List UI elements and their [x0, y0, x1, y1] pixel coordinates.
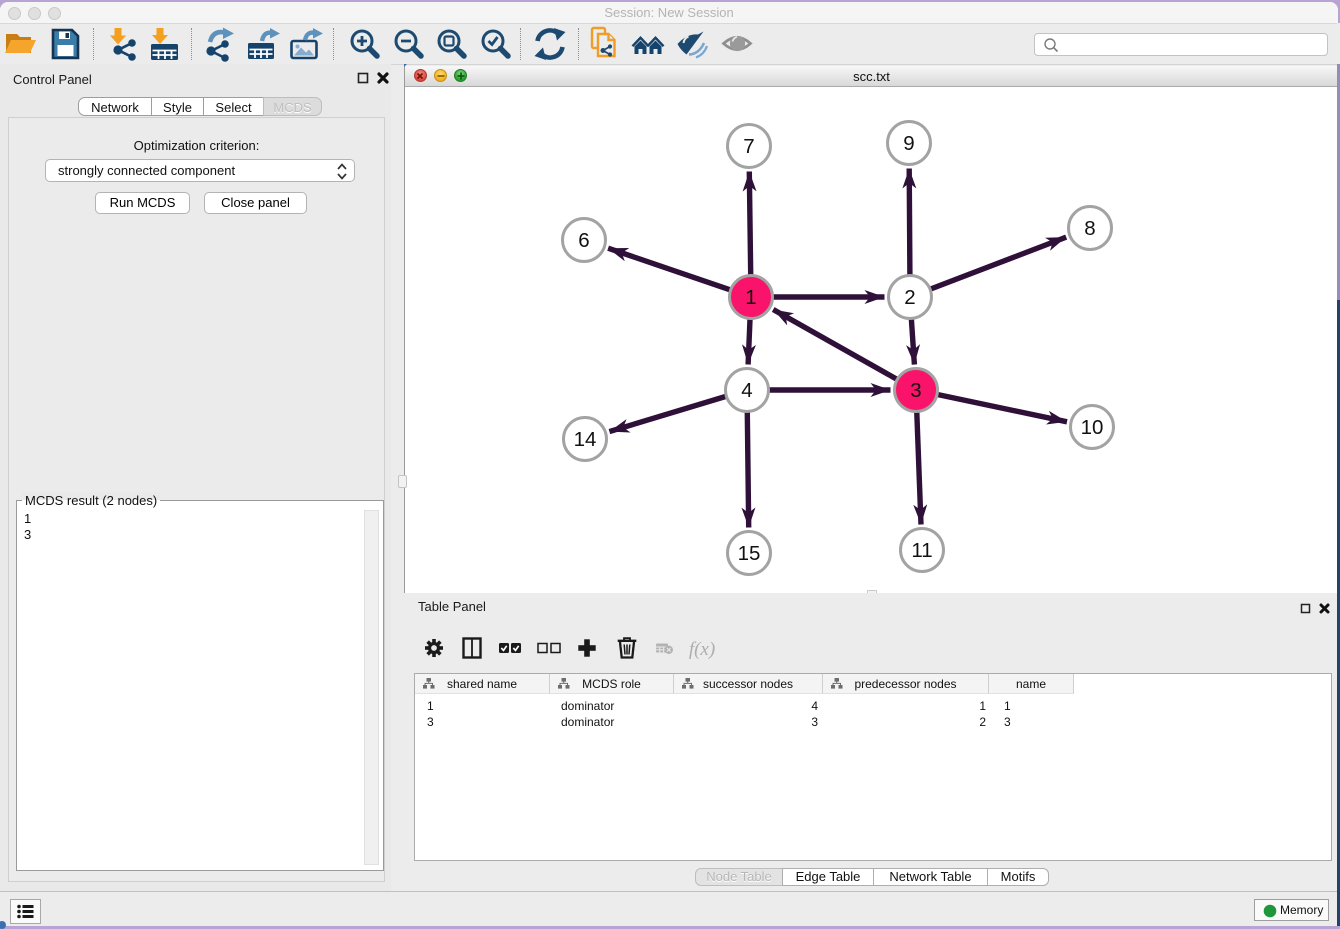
svg-text:3: 3 — [910, 379, 921, 402]
svg-text:9: 9 — [903, 132, 914, 155]
svg-text:7: 7 — [743, 135, 754, 158]
svg-text:11: 11 — [911, 539, 932, 562]
svg-text:8: 8 — [1084, 217, 1095, 240]
svg-text:f(x): f(x) — [689, 639, 715, 660]
svg-text:4: 4 — [741, 379, 752, 402]
svg-text:10: 10 — [1081, 416, 1104, 439]
svg-text:15: 15 — [738, 542, 761, 565]
svg-text:1: 1 — [745, 286, 756, 309]
svg-text:2: 2 — [904, 286, 915, 309]
svg-text:6: 6 — [578, 229, 589, 252]
svg-text:14: 14 — [574, 428, 597, 451]
